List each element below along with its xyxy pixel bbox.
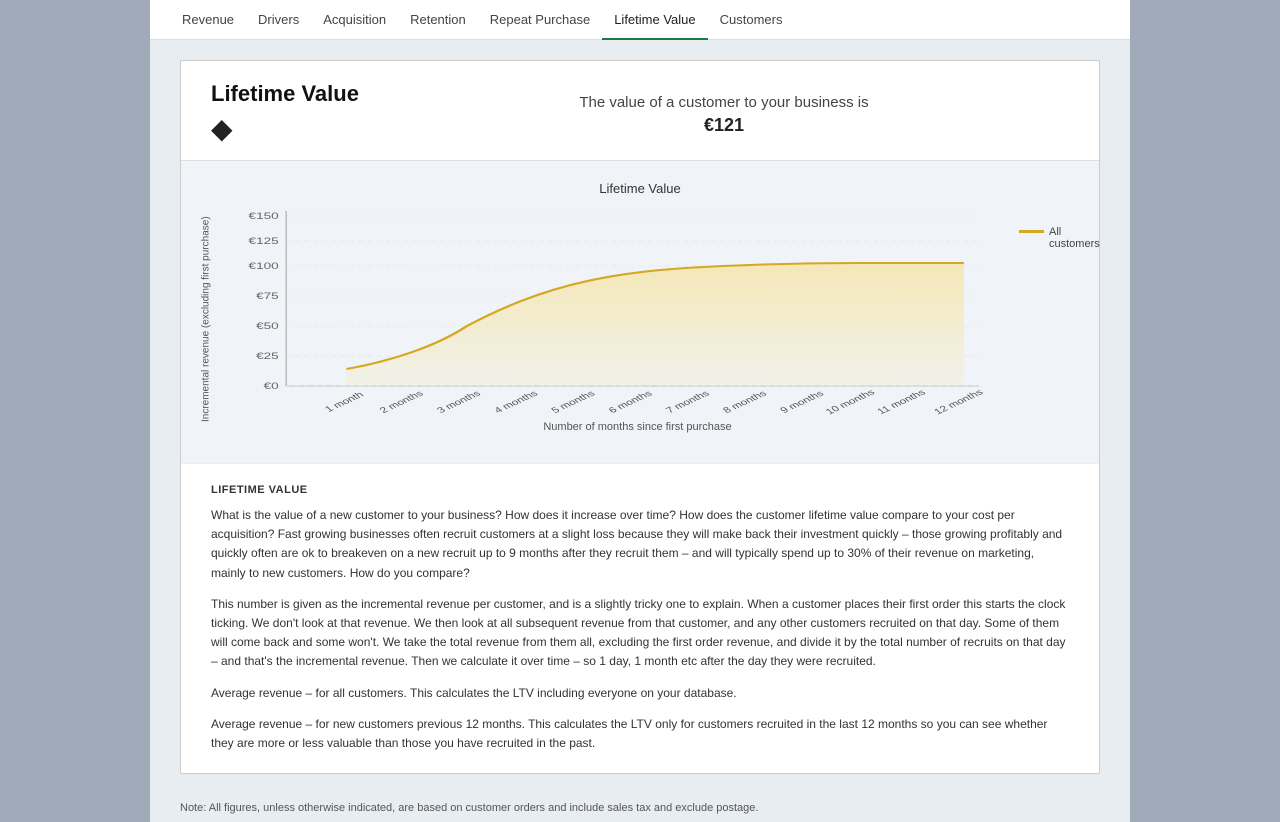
svg-text:7 months: 7 months bbox=[664, 389, 712, 415]
svg-text:€0: €0 bbox=[264, 382, 279, 391]
svg-text:2 months: 2 months bbox=[378, 389, 426, 415]
info-paragraph-2: This number is given as the incremental … bbox=[211, 595, 1069, 672]
svg-text:4 months: 4 months bbox=[492, 389, 540, 415]
nav-item-acquisition[interactable]: Acquisition bbox=[311, 0, 398, 40]
info-paragraph-3: Average revenue – for all customers. Thi… bbox=[211, 684, 1069, 703]
legend-item-all-customers: All customers bbox=[1019, 226, 1100, 250]
svg-text:9 months: 9 months bbox=[779, 389, 827, 415]
svg-text:3 months: 3 months bbox=[435, 389, 483, 415]
svg-text:€100: €100 bbox=[249, 262, 279, 271]
svg-text:€125: €125 bbox=[249, 237, 279, 246]
chart-section: Lifetime Value Incremental revenue (excl… bbox=[181, 160, 1099, 463]
svg-text:12 months: 12 months bbox=[932, 388, 985, 416]
chart-svg: €0 €25 €50 €75 €100 €125 €150 bbox=[226, 206, 1009, 416]
svg-text:11 months: 11 months bbox=[876, 388, 929, 416]
chart-container: Incremental revenue (excluding first pur… bbox=[191, 206, 1089, 433]
nav-item-revenue[interactable]: Revenue bbox=[170, 0, 246, 40]
svg-text:5 months: 5 months bbox=[550, 389, 598, 415]
note-section: Note: All figures, unless otherwise indi… bbox=[150, 794, 1130, 822]
header-value: The value of a customer to your business… bbox=[379, 91, 1069, 136]
nav-item-lifetime-value[interactable]: Lifetime Value bbox=[602, 0, 707, 40]
info-paragraph-1: What is the value of a new customer to y… bbox=[211, 506, 1069, 583]
legend-container: All customers bbox=[1009, 206, 1089, 433]
svg-text:10 months: 10 months bbox=[824, 388, 877, 416]
legend-label: All customers bbox=[1049, 226, 1100, 250]
note-text: Note: All figures, unless otherwise indi… bbox=[180, 802, 758, 814]
info-section: LIFETIME VALUE What is the value of a ne… bbox=[181, 463, 1099, 773]
chart-title: Lifetime Value bbox=[191, 181, 1089, 196]
x-axis-label: Number of months since first purchase bbox=[266, 421, 1009, 433]
main-card: Lifetime Value ◆ The value of a customer… bbox=[180, 60, 1100, 774]
navigation: Revenue Drivers Acquisition Retention Re… bbox=[150, 0, 1130, 40]
legend-line bbox=[1019, 230, 1044, 233]
nav-item-drivers[interactable]: Drivers bbox=[246, 0, 311, 40]
header-left: Lifetime Value ◆ bbox=[211, 81, 359, 145]
info-section-title: LIFETIME VALUE bbox=[211, 484, 1069, 496]
page-title: Lifetime Value bbox=[211, 81, 359, 107]
nav-item-customers[interactable]: Customers bbox=[708, 0, 795, 40]
svg-text:€150: €150 bbox=[249, 212, 279, 221]
card-header: Lifetime Value ◆ The value of a customer… bbox=[181, 61, 1099, 160]
chart-inner: €0 €25 €50 €75 €100 €125 €150 bbox=[226, 206, 1009, 433]
svg-text:8 months: 8 months bbox=[721, 389, 769, 415]
nav-item-repeat-purchase[interactable]: Repeat Purchase bbox=[478, 0, 602, 40]
svg-text:6 months: 6 months bbox=[607, 389, 655, 415]
nav-item-retention[interactable]: Retention bbox=[398, 0, 478, 40]
svg-text:€75: €75 bbox=[256, 292, 279, 301]
svg-text:1 month: 1 month bbox=[323, 390, 366, 414]
svg-text:€50: €50 bbox=[256, 322, 279, 331]
value-text: The value of a customer to your business… bbox=[379, 91, 1069, 115]
value-amount: €121 bbox=[379, 115, 1069, 136]
y-axis-label: Incremental revenue (excluding first pur… bbox=[191, 206, 221, 433]
svg-text:€25: €25 bbox=[256, 352, 279, 361]
diamond-icon: ◆ bbox=[211, 112, 233, 145]
info-paragraph-4: Average revenue – for new customers prev… bbox=[211, 715, 1069, 753]
